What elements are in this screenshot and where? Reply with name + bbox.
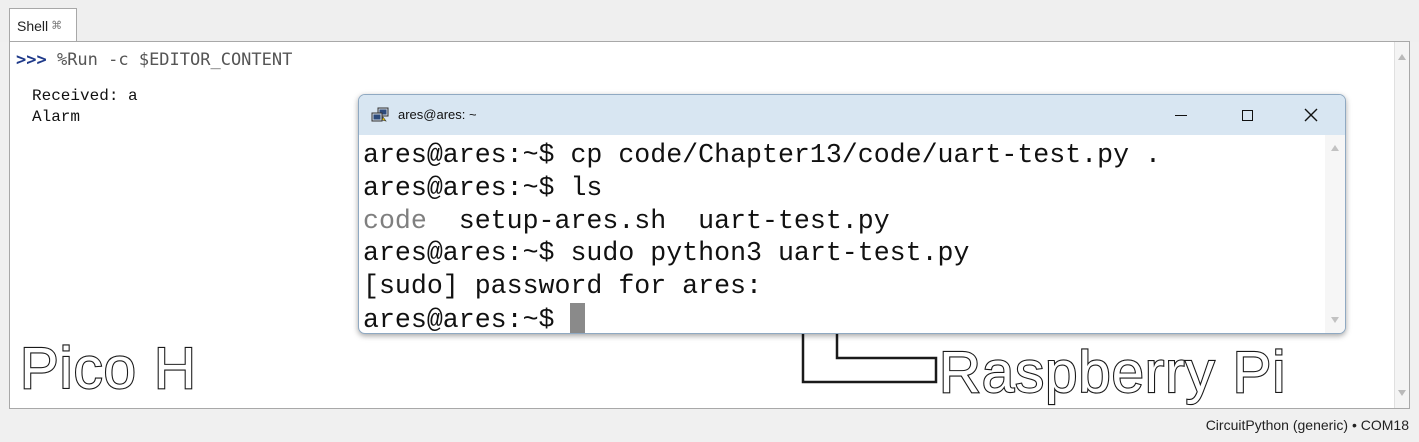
terminal-sudo-prompt: [sudo] password for ares: [363, 271, 762, 302]
minimize-icon [1175, 114, 1187, 116]
scroll-up-icon[interactable] [1331, 145, 1339, 151]
terminal-prompt: ares@ares:~$ [363, 140, 555, 170]
status-port: COM18 [1360, 417, 1409, 433]
terminal-cursor [570, 302, 586, 333]
terminal-command: cp code/Chapter13/code/uart-test.py . [554, 140, 1161, 170]
close-icon [1304, 108, 1318, 122]
terminal-command: ls [554, 172, 603, 203]
terminal-line: ares@ares:~$ cp code/Chapter13/code/uart… [363, 139, 1323, 172]
shell-scrollbar[interactable] [1394, 42, 1409, 408]
terminal-output[interactable]: ares@ares:~$ cp code/Chapter13/code/uart… [363, 139, 1323, 334]
shell-output: Received: a Alarm [32, 86, 138, 128]
shell-command-line: >>> %Run -c $EDITOR_CONTENT [16, 50, 292, 70]
terminal-prompt: ares@ares:~$ [363, 172, 555, 203]
scroll-down-icon[interactable] [1331, 317, 1339, 323]
terminal-line: [sudo] password for ares: [363, 270, 1323, 303]
tab-shell-label: Shell [17, 17, 49, 34]
maximize-icon [1241, 109, 1253, 121]
maximize-button[interactable] [1215, 95, 1279, 135]
terminal-command [555, 305, 571, 333]
scroll-up-icon[interactable] [1398, 54, 1406, 60]
tab-shell[interactable]: Shell ⌘ [9, 8, 77, 42]
shell-output-line: Received: a [32, 87, 138, 105]
scroll-down-icon[interactable] [1398, 390, 1406, 396]
status-interpreter[interactable]: CircuitPython (generic) • COM18 [1206, 417, 1409, 433]
terminal-prompt: ares@ares:~$ [363, 238, 555, 269]
close-button[interactable] [1279, 95, 1343, 135]
status-separator: • [1351, 417, 1357, 433]
status-backend: CircuitPython (generic) [1205, 417, 1349, 433]
caption-raspberry-pi: Raspberry Pi [938, 340, 1287, 405]
close-icon[interactable]: ⌘ [51, 19, 62, 32]
minimize-button[interactable] [1149, 95, 1213, 135]
terminal-title: ares@ares: ~ [398, 107, 477, 122]
terminal-prompt: ares@ares:~$ [363, 304, 555, 334]
terminal-scrollbar[interactable] [1325, 135, 1345, 333]
tab-bar: Shell ⌘ [0, 0, 1419, 42]
terminal-line: ares@ares:~$ ls [363, 172, 1323, 205]
terminal-command: sudo python3 uart-test.py [554, 238, 970, 269]
terminal-line: ares@ares:~$ [363, 302, 1323, 334]
shell-output-line: Alarm [32, 108, 81, 126]
putty-icon [371, 107, 389, 122]
terminal-line: code setup-ares.sh uart-test.py [363, 205, 1323, 238]
terminal-titlebar[interactable]: ares@ares: ~ [359, 95, 1345, 135]
status-bar: CircuitPython (generic) • COM18 [0, 410, 1419, 442]
terminal-directory: code [363, 205, 427, 236]
terminal-files: setup-ares.sh uart-test.py [426, 205, 890, 236]
shell-prompt: >>> [16, 50, 47, 70]
terminal-window[interactable]: ares@ares: ~ ares@ares:~$ cp code/Chapte… [358, 94, 1346, 334]
caption-pico-h: Pico H [19, 336, 197, 401]
shell-command: %Run -c $EDITOR_CONTENT [46, 50, 293, 70]
terminal-line: ares@ares:~$ sudo python3 uart-test.py [363, 237, 1323, 270]
